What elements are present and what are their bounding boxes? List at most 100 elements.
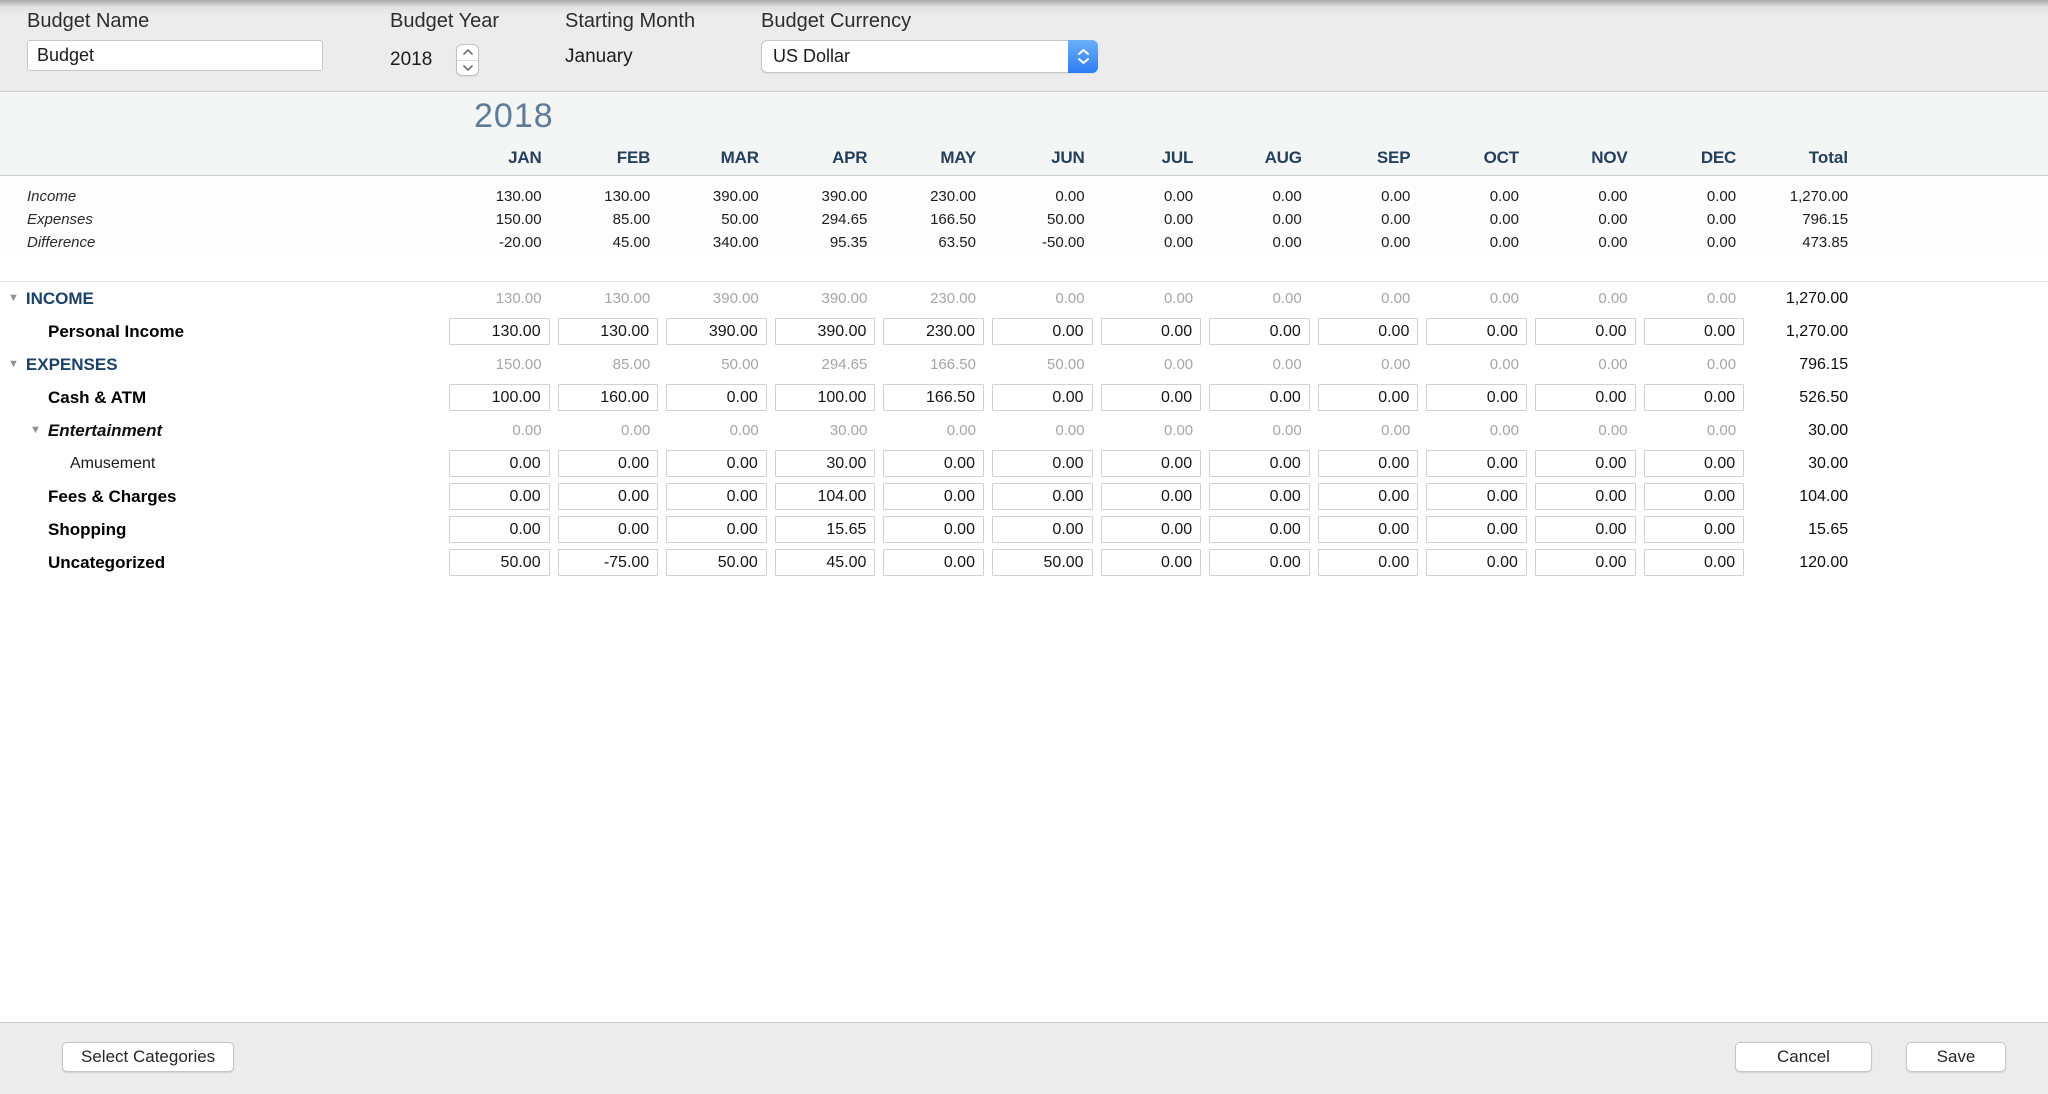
- budget-input-amusement-aug[interactable]: 0.00: [1209, 450, 1310, 477]
- cell-fees-charges-may: 0.00: [879, 483, 988, 510]
- budget-input-amusement-jul[interactable]: 0.00: [1101, 450, 1202, 477]
- budget-input-personal-income-apr[interactable]: 390.00: [775, 318, 876, 345]
- disclosure-triangle-icon[interactable]: ▼: [8, 358, 19, 370]
- computed-expenses-sep: 0.00: [1314, 356, 1423, 373]
- budget-input-personal-income-mar[interactable]: 390.00: [666, 318, 767, 345]
- disclosure-triangle-icon[interactable]: ▼: [8, 292, 19, 304]
- budget-input-shopping-apr[interactable]: 15.65: [775, 516, 876, 543]
- save-button[interactable]: Save: [1906, 1042, 2006, 1072]
- budget-input-cash-atm-jul[interactable]: 0.00: [1101, 384, 1202, 411]
- cancel-button[interactable]: Cancel: [1735, 1042, 1872, 1072]
- budget-input-uncategorized-feb[interactable]: -75.00: [558, 549, 659, 576]
- budget-input-personal-income-nov[interactable]: 0.00: [1535, 318, 1636, 345]
- budget-input-uncategorized-jan[interactable]: 50.00: [449, 549, 550, 576]
- budget-input-fees-charges-apr[interactable]: 104.00: [775, 483, 876, 510]
- budget-input-cash-atm-sep[interactable]: 0.00: [1318, 384, 1419, 411]
- cell-fees-charges-jul: 0.00: [1097, 483, 1206, 510]
- budget-name-input[interactable]: [27, 40, 323, 71]
- budget-input-shopping-aug[interactable]: 0.00: [1209, 516, 1310, 543]
- total-cash-atm: 526.50: [1748, 389, 1860, 407]
- budget-input-amusement-dec[interactable]: 0.00: [1644, 450, 1745, 477]
- month-header-jul: JUL: [1097, 148, 1206, 168]
- budget-input-amusement-feb[interactable]: 0.00: [558, 450, 659, 477]
- budget-input-cash-atm-apr[interactable]: 100.00: [775, 384, 876, 411]
- budget-input-uncategorized-nov[interactable]: 0.00: [1535, 549, 1636, 576]
- budget-input-cash-atm-mar[interactable]: 0.00: [666, 384, 767, 411]
- budget-input-personal-income-may[interactable]: 230.00: [883, 318, 984, 345]
- budget-currency-select[interactable]: US Dollar: [761, 40, 1098, 73]
- budget-input-personal-income-aug[interactable]: 0.00: [1209, 318, 1310, 345]
- budget-input-uncategorized-oct[interactable]: 0.00: [1426, 549, 1527, 576]
- budget-input-fees-charges-jun[interactable]: 0.00: [992, 483, 1093, 510]
- budget-input-cash-atm-jan[interactable]: 100.00: [449, 384, 550, 411]
- budget-input-shopping-dec[interactable]: 0.00: [1644, 516, 1745, 543]
- budget-input-personal-income-sep[interactable]: 0.00: [1318, 318, 1419, 345]
- budget-input-cash-atm-jun[interactable]: 0.00: [992, 384, 1093, 411]
- budget-input-personal-income-feb[interactable]: 130.00: [558, 318, 659, 345]
- budget-input-shopping-mar[interactable]: 0.00: [666, 516, 767, 543]
- budget-input-amusement-jan[interactable]: 0.00: [449, 450, 550, 477]
- budget-input-fees-charges-oct[interactable]: 0.00: [1426, 483, 1527, 510]
- budget-input-fees-charges-jan[interactable]: 0.00: [449, 483, 550, 510]
- budget-input-personal-income-jun[interactable]: 0.00: [992, 318, 1093, 345]
- budget-input-amusement-nov[interactable]: 0.00: [1535, 450, 1636, 477]
- budget-input-cash-atm-feb[interactable]: 160.00: [558, 384, 659, 411]
- budget-input-personal-income-dec[interactable]: 0.00: [1644, 318, 1745, 345]
- budget-input-cash-atm-oct[interactable]: 0.00: [1426, 384, 1527, 411]
- budget-input-uncategorized-aug[interactable]: 0.00: [1209, 549, 1310, 576]
- budget-input-shopping-oct[interactable]: 0.00: [1426, 516, 1527, 543]
- budget-input-fees-charges-may[interactable]: 0.00: [883, 483, 984, 510]
- computed-entertainment-may: 0.00: [879, 422, 988, 439]
- computed-expenses-jan: 150.00: [445, 356, 554, 373]
- total-entertainment: 30.00: [1748, 422, 1860, 440]
- budget-input-uncategorized-dec[interactable]: 0.00: [1644, 549, 1745, 576]
- budget-input-fees-charges-feb[interactable]: 0.00: [558, 483, 659, 510]
- stepper-up-icon[interactable]: [457, 45, 478, 61]
- budget-input-cash-atm-nov[interactable]: 0.00: [1535, 384, 1636, 411]
- summary-difference-jul: 0.00: [1097, 234, 1206, 251]
- disclosure-triangle-icon[interactable]: ▼: [30, 424, 41, 436]
- budget-year-stepper[interactable]: [456, 44, 479, 76]
- budget-input-fees-charges-dec[interactable]: 0.00: [1644, 483, 1745, 510]
- budget-input-shopping-jan[interactable]: 0.00: [449, 516, 550, 543]
- budget-input-cash-atm-may[interactable]: 166.50: [883, 384, 984, 411]
- budget-input-amusement-jun[interactable]: 0.00: [992, 450, 1093, 477]
- summary-expenses-nov: 0.00: [1531, 211, 1640, 228]
- budget-input-uncategorized-mar[interactable]: 50.00: [666, 549, 767, 576]
- budget-input-uncategorized-may[interactable]: 0.00: [883, 549, 984, 576]
- budget-input-uncategorized-jul[interactable]: 0.00: [1101, 549, 1202, 576]
- summary-income-total: 1,270.00: [1748, 188, 1860, 205]
- budget-input-fees-charges-sep[interactable]: 0.00: [1318, 483, 1419, 510]
- cell-shopping-feb: 0.00: [554, 516, 663, 543]
- budget-input-cash-atm-dec[interactable]: 0.00: [1644, 384, 1745, 411]
- budget-input-shopping-feb[interactable]: 0.00: [558, 516, 659, 543]
- cell-amusement-dec: 0.00: [1640, 450, 1749, 477]
- budget-input-fees-charges-mar[interactable]: 0.00: [666, 483, 767, 510]
- budget-input-shopping-may[interactable]: 0.00: [883, 516, 984, 543]
- budget-input-shopping-sep[interactable]: 0.00: [1318, 516, 1419, 543]
- stepper-down-icon[interactable]: [457, 61, 478, 76]
- budget-input-shopping-jun[interactable]: 0.00: [992, 516, 1093, 543]
- budget-input-amusement-may[interactable]: 0.00: [883, 450, 984, 477]
- budget-input-personal-income-jan[interactable]: 130.00: [449, 318, 550, 345]
- budget-input-personal-income-jul[interactable]: 0.00: [1101, 318, 1202, 345]
- starting-month-value[interactable]: January: [565, 46, 695, 68]
- budget-input-fees-charges-aug[interactable]: 0.00: [1209, 483, 1310, 510]
- budget-input-shopping-nov[interactable]: 0.00: [1535, 516, 1636, 543]
- select-categories-button[interactable]: Select Categories: [62, 1042, 234, 1072]
- budget-input-amusement-oct[interactable]: 0.00: [1426, 450, 1527, 477]
- summary-expenses-jul: 0.00: [1097, 211, 1206, 228]
- summary-income-feb: 130.00: [554, 188, 663, 205]
- budget-input-amusement-sep[interactable]: 0.00: [1318, 450, 1419, 477]
- budget-input-uncategorized-jun[interactable]: 50.00: [992, 549, 1093, 576]
- budget-input-uncategorized-sep[interactable]: 0.00: [1318, 549, 1419, 576]
- budget-input-amusement-mar[interactable]: 0.00: [666, 450, 767, 477]
- budget-input-fees-charges-nov[interactable]: 0.00: [1535, 483, 1636, 510]
- cell-shopping-jan: 0.00: [445, 516, 554, 543]
- budget-input-shopping-jul[interactable]: 0.00: [1101, 516, 1202, 543]
- budget-input-fees-charges-jul[interactable]: 0.00: [1101, 483, 1202, 510]
- budget-input-uncategorized-apr[interactable]: 45.00: [775, 549, 876, 576]
- budget-input-amusement-apr[interactable]: 30.00: [775, 450, 876, 477]
- budget-input-personal-income-oct[interactable]: 0.00: [1426, 318, 1527, 345]
- budget-input-cash-atm-aug[interactable]: 0.00: [1209, 384, 1310, 411]
